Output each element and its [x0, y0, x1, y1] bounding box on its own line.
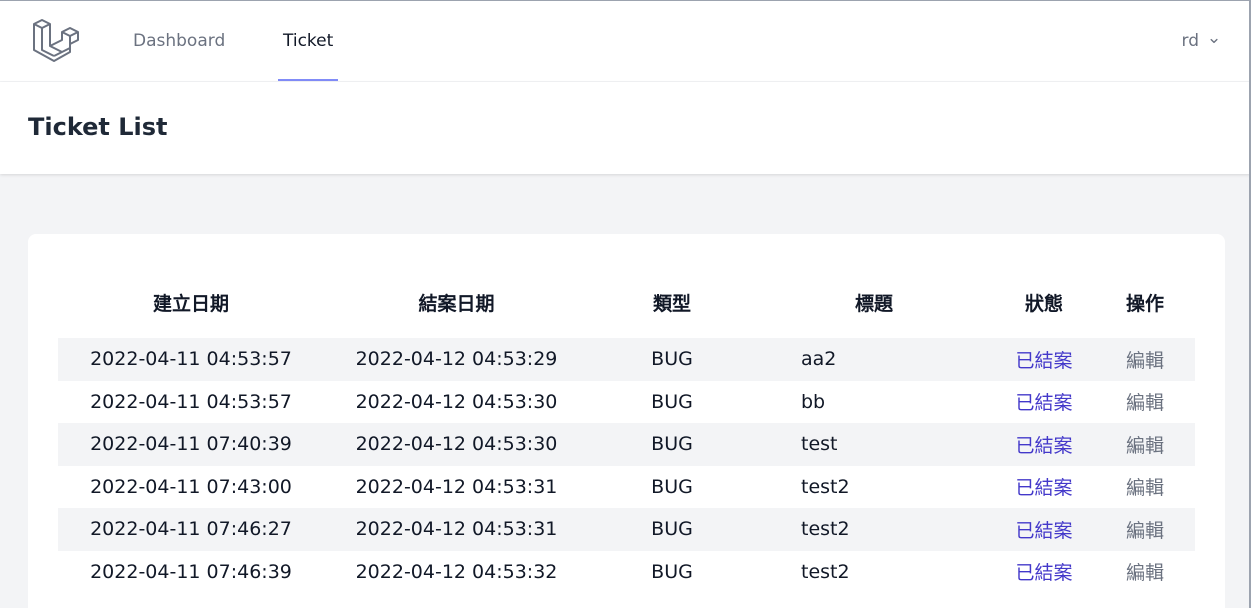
cell-title: test [755, 423, 993, 466]
cell-closed-date: 2022-04-12 04:53:32 [355, 560, 558, 583]
table-row: 2022-04-11 07:40:39 2022-04-12 04:53:30 … [58, 423, 1195, 466]
cell-title: aa2 [755, 338, 993, 381]
status-link[interactable]: 已結案 [1015, 562, 1072, 584]
table-row: 2022-04-11 04:53:57 2022-04-12 04:53:30 … [58, 381, 1195, 424]
chevron-down-icon [1210, 38, 1218, 44]
cell-closed-date: 2022-04-12 04:53:31 [324, 508, 589, 551]
cell-created-date: 2022-04-11 07:40:39 [58, 423, 324, 466]
column-header-action: 操作 [1125, 292, 1164, 315]
cell-closed-date: 2022-04-12 04:53:29 [324, 338, 589, 381]
nav-link-dashboard[interactable]: Dashboard [128, 1, 230, 81]
top-navigation: Dashboard Ticket rd [0, 1, 1251, 82]
table-row: 2022-04-11 07:46:39 2022-04-12 04:53:32 … [58, 551, 1195, 594]
cell-closed-date: 2022-04-12 04:53:30 [355, 390, 558, 413]
cell-type: BUG [651, 390, 693, 413]
cell-created-date: 2022-04-11 07:43:00 [90, 475, 292, 498]
ticket-list-card: 建立日期 結案日期 類型 標題 狀態 操作 2022-04-11 04:53:5… [28, 234, 1225, 608]
status-link[interactable]: 已結案 [1015, 520, 1072, 542]
cell-type: BUG [651, 475, 693, 498]
cell-created-date: 2022-04-11 07:46:27 [58, 508, 324, 551]
column-header-status: 狀態 [1024, 292, 1063, 315]
table-row: 2022-04-11 04:53:57 2022-04-12 04:53:29 … [58, 338, 1195, 381]
cell-type: BUG [589, 508, 755, 551]
edit-link[interactable]: 編輯 [1126, 435, 1164, 457]
status-link[interactable]: 已結案 [1015, 477, 1072, 499]
laravel-logo-icon[interactable] [31, 17, 79, 65]
edit-link[interactable]: 編輯 [1126, 562, 1164, 584]
status-link[interactable]: 已結案 [1015, 435, 1072, 457]
nav-link-ticket[interactable]: Ticket [278, 1, 339, 81]
edit-link[interactable]: 編輯 [1126, 392, 1164, 414]
page-header: Ticket List [0, 82, 1251, 174]
ticket-table: 建立日期 結案日期 類型 標題 狀態 操作 2022-04-11 04:53:5… [58, 280, 1195, 593]
cell-closed-date: 2022-04-12 04:53:31 [355, 475, 558, 498]
cell-created-date: 2022-04-11 07:46:39 [90, 560, 292, 583]
column-header-type: 類型 [652, 292, 691, 315]
cell-title: bb [801, 390, 826, 413]
table-header-row: 建立日期 結案日期 類型 標題 狀態 操作 [58, 280, 1195, 338]
cell-created-date: 2022-04-11 04:53:57 [90, 390, 292, 413]
cell-title: test2 [755, 508, 993, 551]
cell-closed-date: 2022-04-12 04:53:30 [324, 423, 589, 466]
user-dropdown[interactable]: rd [1182, 1, 1221, 81]
page-title: Ticket List [28, 113, 168, 141]
column-header-title: 標題 [854, 292, 893, 315]
cell-type: BUG [589, 338, 755, 381]
status-link[interactable]: 已結案 [1015, 350, 1072, 372]
cell-created-date: 2022-04-11 04:53:57 [58, 338, 324, 381]
cell-type: BUG [651, 560, 693, 583]
cell-title: test2 [801, 475, 850, 498]
status-link[interactable]: 已結案 [1015, 392, 1072, 414]
edit-link[interactable]: 編輯 [1126, 520, 1164, 542]
edit-link[interactable]: 編輯 [1126, 477, 1164, 499]
table-row: 2022-04-11 07:43:00 2022-04-12 04:53:31 … [58, 466, 1195, 509]
column-header-created-date: 建立日期 [152, 292, 229, 315]
edit-link[interactable]: 編輯 [1126, 350, 1164, 372]
cell-type: BUG [589, 423, 755, 466]
table-row: 2022-04-11 07:46:27 2022-04-12 04:53:31 … [58, 508, 1195, 551]
cell-title: test2 [801, 560, 850, 583]
user-name: rd [1181, 31, 1199, 51]
column-header-closed-date: 結案日期 [418, 292, 495, 315]
